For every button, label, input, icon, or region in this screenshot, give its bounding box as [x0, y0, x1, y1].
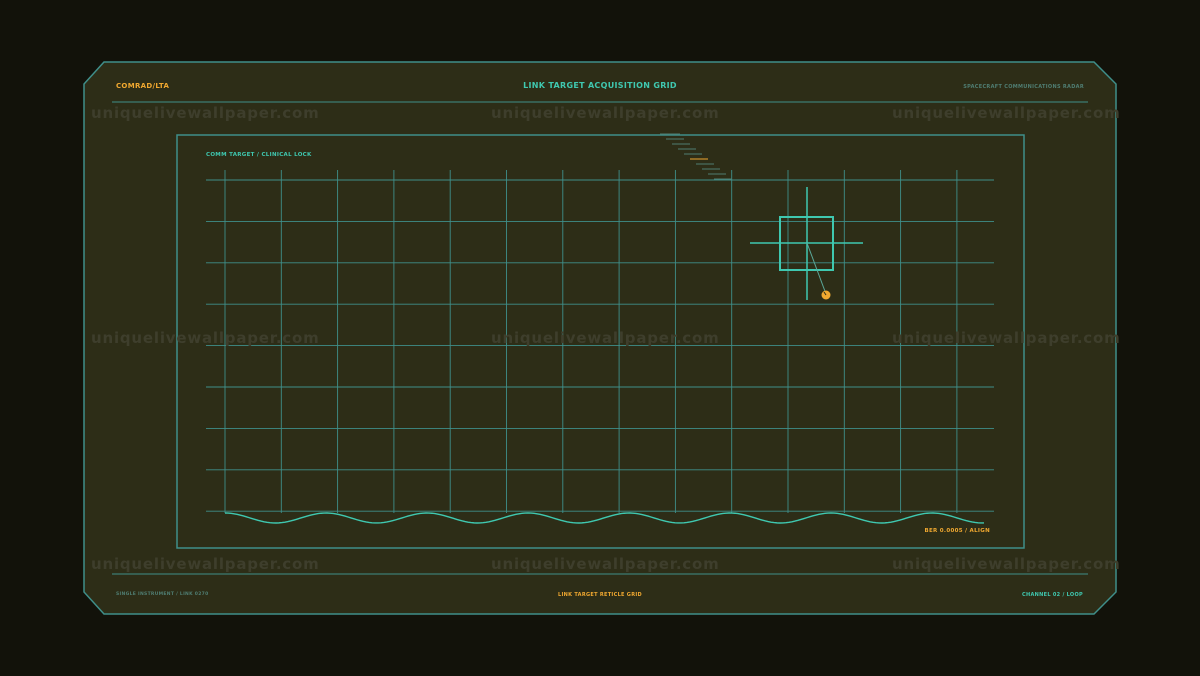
watermark: uniquelivewallpaper.com [91, 555, 320, 573]
watermark: uniquelivewallpaper.com [491, 104, 720, 122]
watermark: uniquelivewallpaper.com [892, 104, 1121, 122]
panel-label: COMM TARGET / CLINICAL LOCK [206, 152, 312, 158]
footer-center-label: LINK TARGET RETICLE GRID [558, 592, 642, 598]
watermark: uniquelivewallpaper.com [491, 555, 720, 573]
watermark: uniquelivewallpaper.com [91, 104, 320, 122]
watermark: uniquelivewallpaper.com [491, 329, 720, 347]
system-label: SPACECRAFT COMMUNICATIONS RADAR [963, 84, 1084, 90]
watermark: uniquelivewallpaper.com [892, 329, 1121, 347]
ber-readout: BER 0.0005 / ALIGN [924, 528, 990, 534]
footer-right-label: CHANNEL 02 / LOOP [1022, 592, 1083, 598]
target-marker-icon [821, 290, 831, 300]
watermark: uniquelivewallpaper.com [91, 329, 320, 347]
watermark: uniquelivewallpaper.com [892, 555, 1121, 573]
